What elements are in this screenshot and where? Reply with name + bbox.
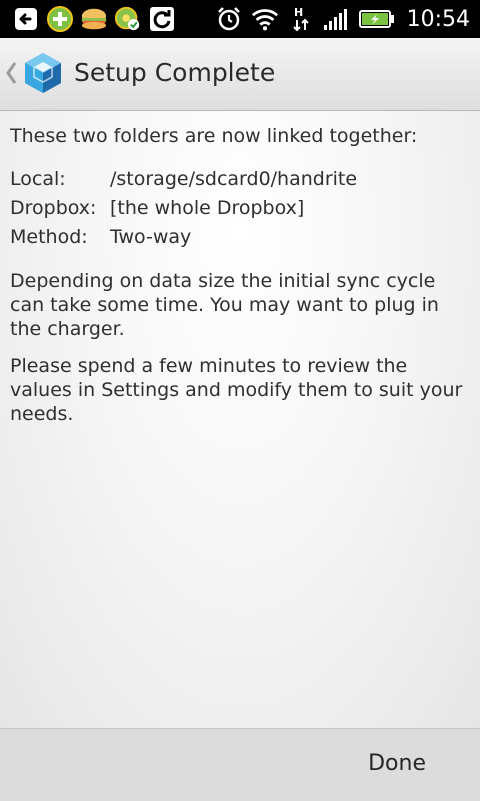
svg-text:H: H xyxy=(294,6,303,19)
main-content: These two folders are now linked togethe… xyxy=(0,111,480,728)
up-navigation-icon[interactable] xyxy=(4,58,18,88)
page-title: Setup Complete xyxy=(74,58,276,87)
detail-label: Method: xyxy=(10,226,88,248)
alarm-icon xyxy=(215,5,243,33)
detail-label: Dropbox: xyxy=(10,197,97,219)
status-bar: H 10:54 xyxy=(0,0,480,38)
dropsync-box-icon[interactable] xyxy=(20,50,66,96)
bottom-button-bar: Done xyxy=(0,728,480,801)
sync-check-icon xyxy=(114,5,142,33)
hspa-data-icon: H xyxy=(287,5,315,33)
system-icons: H 10:54 xyxy=(215,4,470,34)
intro-text: These two folders are now linked togethe… xyxy=(10,125,418,147)
settings-info-paragraph: Please spend a few minutes to review the… xyxy=(10,355,463,425)
done-button[interactable]: Done xyxy=(368,751,426,776)
sandwich-icon xyxy=(80,5,108,33)
detail-row-dropbox: Dropbox: [the whole Dropbox] xyxy=(10,195,304,221)
action-bar: Setup Complete xyxy=(0,38,480,111)
detail-value: /storage/sdcard0/handrite xyxy=(110,168,358,190)
detail-row-local: Local: /storage/sdcard0/handrite xyxy=(10,166,357,192)
sync-info-paragraph: Depending on data size the initial sync … xyxy=(10,270,439,340)
refresh-icon xyxy=(148,5,176,33)
clock: 10:54 xyxy=(406,6,470,32)
signal-icon xyxy=(323,5,351,33)
battery-charging-icon xyxy=(358,5,395,33)
notification-icons xyxy=(12,4,176,34)
wifi-icon xyxy=(251,5,279,33)
back-arrow-icon xyxy=(12,5,40,33)
detail-value: Two-way xyxy=(110,226,192,248)
detail-value: [the whole Dropbox] xyxy=(110,197,305,219)
detail-row-method: Method: Two-way xyxy=(10,224,191,250)
detail-label: Local: xyxy=(10,168,66,190)
plus-badge-icon xyxy=(46,5,74,33)
